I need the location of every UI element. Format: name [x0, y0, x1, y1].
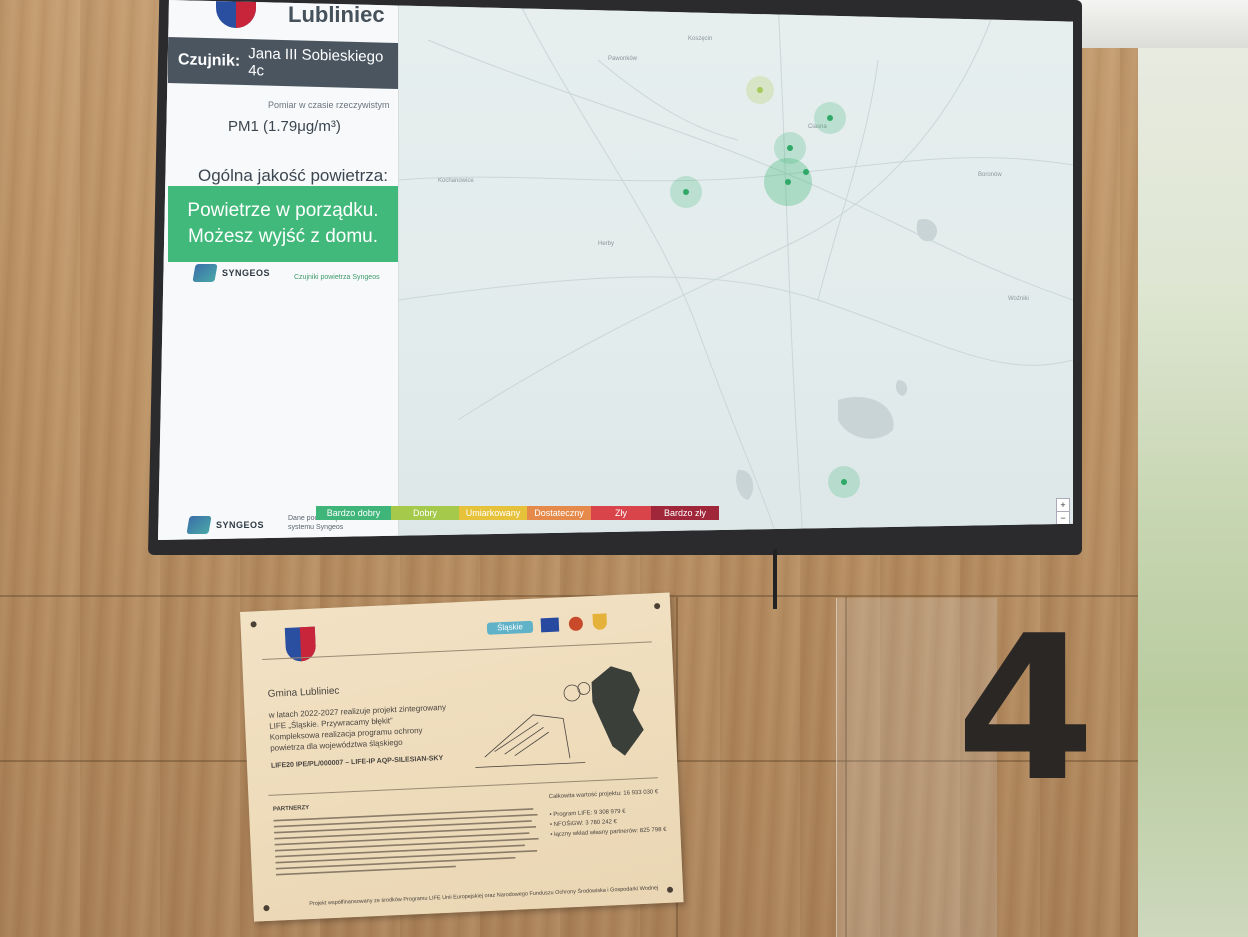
legend-item: Bardzo zły	[651, 506, 719, 520]
room-number: 4	[956, 593, 1096, 826]
funding-line-1: • Program LIFE: 9 308 979 €	[549, 808, 626, 819]
map-roads	[397, 0, 1073, 540]
zoom-out-button[interactable]: −	[1056, 511, 1070, 525]
tv-screen: Koszęcin Pawonków Ciasna Kochanowice Bor…	[158, 0, 1073, 540]
zoom-in-button[interactable]: +	[1056, 498, 1070, 512]
svg-text:Boronów: Boronów	[978, 172, 1002, 178]
legend-item: Dobry	[391, 506, 459, 520]
funding-line-3: • łączny wkład własny partnerów: 825 798…	[550, 826, 667, 839]
air-quality-map[interactable]: Koszęcin Pawonków Ciasna Kochanowice Bor…	[397, 0, 1073, 540]
silesia-illustration	[475, 666, 644, 768]
silesia-badge: Śląskie	[486, 620, 534, 635]
quality-status-box: Powietrze w porządku. Możesz wyjść z dom…	[168, 186, 398, 262]
quality-message-line1: Powietrze w porządku.	[187, 200, 379, 221]
map-canvas: Koszęcin Pawonków Ciasna Kochanowice Bor…	[397, 0, 1073, 540]
svg-text:Woźniki: Woźniki	[1008, 296, 1029, 302]
cable	[773, 549, 777, 609]
city-crest-icon	[216, 0, 256, 28]
legend-item: Zły	[591, 506, 651, 520]
voivodeship-crest-icon	[592, 613, 608, 630]
pm-reading: PM1 (1.79μg/m³)	[228, 118, 341, 135]
life-logo-icon	[568, 616, 584, 632]
screw-icon	[263, 904, 270, 912]
screw-icon	[250, 621, 257, 628]
brand-name: SYNGEOS	[222, 268, 271, 278]
sensor-sidebar: Lubliniec Czujnik: Jana III Sobieskiego …	[158, 0, 399, 540]
syngeos-logo-icon	[192, 264, 218, 282]
total-value: Całkowita wartość projektu: 16 933 030 €	[548, 789, 659, 801]
legend-item: Bardzo dobry	[316, 506, 391, 520]
sensor-header: Czujnik: Jana III Sobieskiego 4c	[168, 36, 398, 90]
svg-text:Koszęcin: Koszęcin	[688, 36, 712, 42]
air-quality-legend: Bardzo dobry Dobry Umiarkowany Dostateczny Z…	[316, 506, 719, 520]
partners-label: PARTNERZY	[272, 805, 310, 813]
svg-text:Kochanowice: Kochanowice	[438, 178, 474, 184]
map-labels: Koszęcin Pawonków Ciasna Kochanowice Bor…	[438, 36, 1029, 302]
project-code: LIFE20 IPE/PL/000007 – LIFE-IP AQP-SILES…	[270, 754, 444, 770]
eu-flag-icon	[540, 617, 560, 633]
brand-footer-name: SYNGEOS	[216, 520, 265, 530]
funding-footer: Projekt współfinansowany ze środków Prog…	[309, 885, 659, 908]
map-water	[736, 219, 938, 500]
brand-link[interactable]: Czujniki powietrza Syngeos	[294, 274, 380, 281]
legend-item: Dostateczny	[527, 506, 591, 520]
city-name: Lubliniec	[288, 2, 385, 27]
svg-text:Herby: Herby	[598, 241, 614, 247]
sensor-address: Jana III Sobieskiego 4c	[248, 45, 384, 80]
legend-item: Umiarkowany	[459, 506, 527, 520]
quality-title: Ogólna jakość powietrza:	[198, 166, 388, 185]
partners-list	[273, 808, 539, 876]
quality-message-line2: Możesz wyjść z domu.	[187, 226, 379, 247]
screw-icon	[666, 886, 674, 893]
brand-row[interactable]: SYNGEOS	[192, 264, 271, 282]
realtime-caption: Pomiar w czasie rzeczywistym	[268, 100, 390, 110]
sensor-label: Czujnik:	[178, 51, 241, 70]
syngeos-logo-icon	[186, 516, 212, 534]
project-plaque: Śląskie Gmina Lubliniec w latach 2022-20…	[240, 592, 684, 922]
painted-wall	[1138, 0, 1248, 937]
brand-footer-row[interactable]: SYNGEOS	[186, 516, 265, 534]
air-conditioner	[1063, 0, 1248, 48]
municipality-name: Gmina Lubliniec	[267, 685, 340, 700]
screw-icon	[654, 602, 661, 610]
svg-text:Pawonków: Pawonków	[608, 56, 638, 62]
funding-line-2: • NFOŚiGW: 3 780 242 €	[549, 819, 618, 829]
divider	[262, 641, 652, 661]
